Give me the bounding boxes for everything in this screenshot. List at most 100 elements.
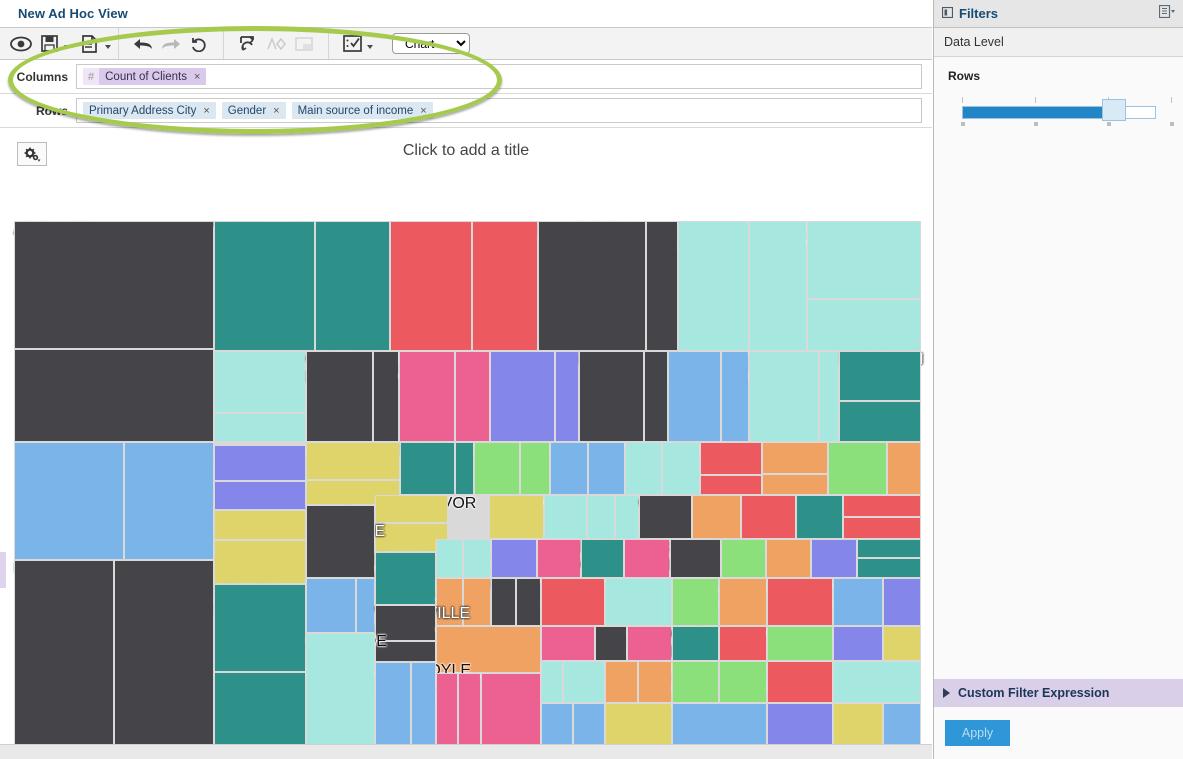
treemap-cell[interactable] bbox=[455, 350, 491, 443]
rows-level-slider[interactable] bbox=[950, 97, 1174, 126]
treemap-cell[interactable] bbox=[645, 221, 678, 351]
treemap-cell[interactable] bbox=[842, 494, 921, 517]
treemap-cell[interactable] bbox=[463, 538, 492, 579]
treemap-cell[interactable] bbox=[516, 578, 541, 626]
treemap-cell[interactable] bbox=[587, 442, 626, 495]
treemap-cell[interactable] bbox=[819, 350, 840, 443]
treemap-cell[interactable] bbox=[124, 442, 215, 561]
treemap-cell[interactable] bbox=[718, 578, 767, 626]
treemap-cell[interactable] bbox=[624, 538, 670, 579]
treemap-cell[interactable] bbox=[638, 494, 692, 539]
treemap-cell[interactable] bbox=[14, 442, 125, 561]
treemap-cell[interactable] bbox=[580, 538, 625, 579]
treemap-cell[interactable] bbox=[411, 662, 436, 745]
treemap-cell[interactable] bbox=[719, 661, 767, 704]
treemap-chart[interactable]: ADELAIDEWEST LAKESSALISBURYINGLE FARMSAL… bbox=[14, 221, 924, 745]
display-chevron-down-icon[interactable] bbox=[367, 45, 373, 49]
treemap-cell[interactable] bbox=[833, 578, 883, 626]
chart-title-placeholder[interactable]: Click to add a title bbox=[0, 142, 932, 160]
treemap-cell[interactable] bbox=[833, 703, 883, 745]
treemap-cell[interactable] bbox=[615, 494, 639, 539]
treemap-cell[interactable] bbox=[882, 578, 921, 626]
treemap-cell[interactable] bbox=[671, 578, 719, 626]
treemap-cell[interactable] bbox=[555, 350, 580, 443]
treemap-cell[interactable] bbox=[699, 474, 763, 495]
treemap-cell[interactable] bbox=[795, 494, 843, 539]
treemap-cell[interactable] bbox=[627, 625, 672, 662]
undo-icon[interactable] bbox=[129, 31, 157, 57]
treemap-cell[interactable] bbox=[355, 578, 375, 634]
eye-icon[interactable] bbox=[7, 31, 35, 57]
row-field-pill[interactable]: Primary Address City × bbox=[83, 102, 216, 119]
treemap-cell[interactable] bbox=[833, 625, 883, 662]
treemap-cell[interactable] bbox=[691, 494, 742, 539]
save-icon[interactable] bbox=[35, 31, 63, 57]
treemap-cell[interactable] bbox=[741, 494, 796, 539]
left-panel-stub[interactable] bbox=[0, 552, 6, 588]
treemap-cell[interactable] bbox=[314, 221, 391, 351]
treemap-cell[interactable] bbox=[882, 625, 921, 662]
treemap-cell[interactable] bbox=[114, 560, 215, 745]
treemap-cell[interactable] bbox=[400, 442, 456, 495]
treemap-cell[interactable] bbox=[473, 442, 520, 495]
row-field-pill[interactable]: Gender × bbox=[221, 102, 286, 119]
treemap-cell[interactable] bbox=[214, 350, 307, 413]
treemap-cell[interactable] bbox=[540, 703, 574, 745]
treemap-cell[interactable] bbox=[390, 221, 472, 351]
treemap-cell[interactable] bbox=[489, 494, 544, 539]
treemap-cell[interactable] bbox=[214, 539, 307, 584]
treemap-cell[interactable] bbox=[14, 560, 115, 745]
treemap-cell[interactable] bbox=[540, 578, 606, 626]
treemap-cell[interactable] bbox=[586, 494, 616, 539]
treemap-cell[interactable] bbox=[214, 412, 307, 443]
remove-field-icon[interactable]: × bbox=[194, 71, 200, 83]
checklist-icon[interactable] bbox=[338, 31, 366, 57]
treemap-cell[interactable] bbox=[374, 494, 448, 524]
remove-field-icon[interactable]: × bbox=[203, 105, 209, 117]
treemap-cell[interactable] bbox=[491, 538, 538, 579]
treemap-cell[interactable] bbox=[538, 221, 646, 351]
treemap-cell[interactable] bbox=[595, 625, 628, 662]
treemap-cell[interactable] bbox=[306, 505, 375, 579]
treemap-cell[interactable] bbox=[458, 672, 482, 745]
treemap-cell[interactable] bbox=[833, 661, 921, 704]
export-chevron-down-icon[interactable] bbox=[105, 45, 111, 49]
treemap-cell[interactable] bbox=[766, 661, 833, 704]
treemap-cell[interactable] bbox=[537, 538, 581, 579]
treemap-cell[interactable] bbox=[455, 442, 474, 495]
treemap-cell[interactable] bbox=[605, 703, 672, 745]
treemap-cell[interactable] bbox=[579, 350, 644, 443]
treemap-cell[interactable] bbox=[543, 494, 587, 539]
treemap-cell[interactable] bbox=[214, 444, 307, 481]
treemap-cell[interactable] bbox=[662, 442, 700, 495]
treemap-cell[interactable] bbox=[718, 625, 767, 662]
export-icon[interactable] bbox=[76, 31, 104, 57]
treemap-cell[interactable] bbox=[214, 510, 307, 540]
treemap-cell[interactable] bbox=[643, 350, 668, 443]
panel-collapse-icon[interactable] bbox=[941, 5, 954, 23]
revert-icon[interactable] bbox=[185, 31, 213, 57]
treemap-cell[interactable] bbox=[471, 221, 539, 351]
treemap-cell[interactable] bbox=[839, 401, 921, 443]
column-field-pill[interactable]: Count of Clients × bbox=[99, 68, 207, 85]
treemap-cell[interactable] bbox=[435, 538, 464, 579]
row-field-pill[interactable]: Main source of income × bbox=[291, 102, 433, 119]
treemap-cell[interactable] bbox=[882, 703, 921, 745]
remove-field-icon[interactable]: × bbox=[420, 105, 426, 117]
treemap-cell[interactable] bbox=[573, 703, 606, 745]
treemap-cell[interactable] bbox=[811, 538, 857, 579]
treemap-cell[interactable] bbox=[214, 480, 307, 511]
treemap-cell[interactable] bbox=[839, 350, 921, 402]
treemap-cell[interactable] bbox=[435, 672, 459, 745]
treemap-cell[interactable] bbox=[481, 672, 541, 745]
treemap-cell[interactable] bbox=[605, 661, 639, 704]
treemap-cell[interactable] bbox=[766, 703, 833, 745]
treemap-cell[interactable] bbox=[214, 221, 315, 351]
columns-dropzone[interactable]: # Count of Clients × bbox=[76, 64, 922, 89]
apply-button[interactable]: Apply bbox=[945, 720, 1010, 746]
treemap-cell[interactable] bbox=[306, 350, 373, 443]
treemap-cell[interactable] bbox=[14, 221, 215, 350]
treemap-cell[interactable] bbox=[667, 350, 722, 443]
treemap-cell[interactable] bbox=[306, 442, 401, 480]
treemap-cell[interactable] bbox=[856, 558, 921, 579]
